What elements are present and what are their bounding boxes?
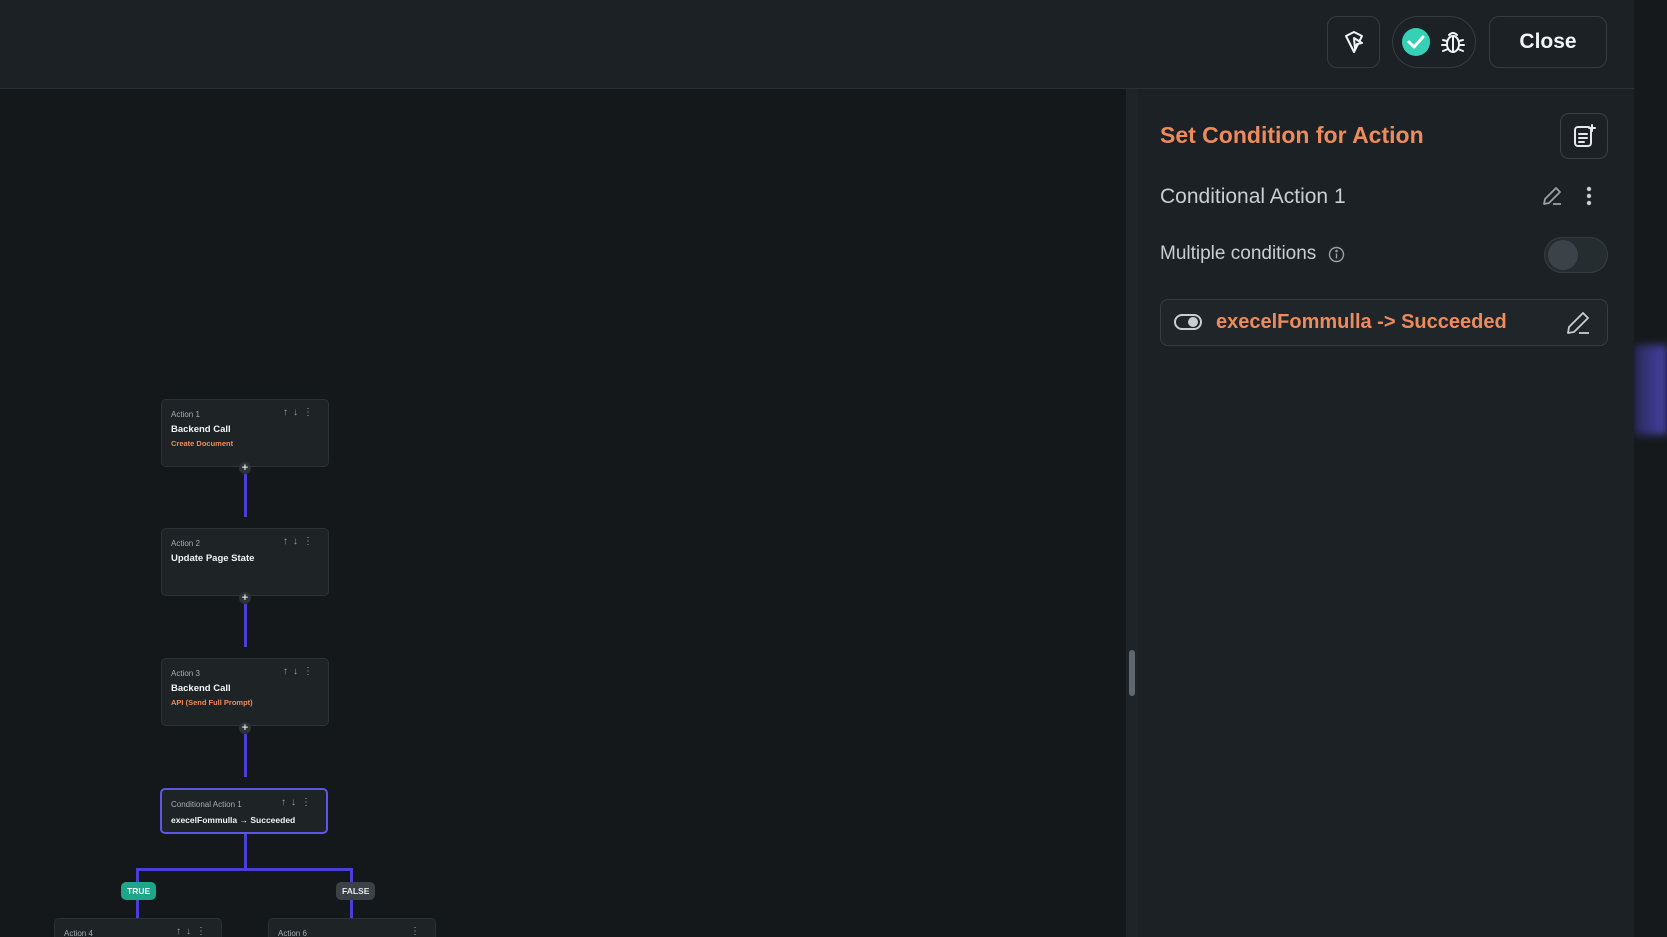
bug-icon bbox=[1441, 32, 1465, 53]
multiple-conditions-toggle[interactable] bbox=[1544, 237, 1608, 273]
cursor-logo-icon bbox=[1344, 31, 1363, 53]
node-controls[interactable]: ⋮ bbox=[410, 926, 425, 937]
node-controls[interactable]: ↑↓⋮ bbox=[283, 536, 318, 547]
node-title: execelFommulla → Succeeded bbox=[171, 815, 296, 825]
edit-pencil-icon[interactable] bbox=[1541, 185, 1563, 207]
add-action-button[interactable]: + bbox=[239, 462, 251, 474]
panel-title: Set Condition for Action bbox=[1160, 122, 1424, 148]
node-label: Action 4 bbox=[64, 929, 93, 937]
edit-condition-icon[interactable] bbox=[1565, 310, 1591, 336]
condition-text: execelFommulla -> Succeeded bbox=[1216, 311, 1507, 333]
node-subtitle: Create Document bbox=[171, 439, 234, 448]
connector-line bbox=[244, 855, 247, 871]
toggle-knob bbox=[1548, 240, 1578, 270]
node-label: Action 2 bbox=[171, 539, 200, 548]
check-circle-icon bbox=[1402, 28, 1430, 56]
node-label: Conditional Action 1 bbox=[171, 800, 242, 809]
cursor-logo-button[interactable] bbox=[1327, 16, 1380, 68]
action-name: Conditional Action 1 bbox=[1160, 185, 1346, 208]
close-button[interactable]: Close bbox=[1489, 16, 1607, 68]
conditional-action-node[interactable]: Conditional Action 1 ↑↓⋮ execelFommulla … bbox=[160, 788, 328, 834]
connector-line bbox=[244, 474, 247, 517]
add-action-button[interactable]: + bbox=[239, 592, 251, 604]
node-subtitle: API (Send Full Prompt) bbox=[171, 698, 253, 707]
true-branch-badge: TRUE bbox=[121, 882, 157, 900]
panel-divider bbox=[1126, 89, 1138, 937]
action-node-3[interactable]: Action 3 ↑↓⋮ Backend Call API (Send Full… bbox=[161, 658, 329, 726]
connector-line bbox=[244, 734, 247, 777]
top-bar: Close bbox=[0, 0, 1634, 89]
more-vertical-icon[interactable] bbox=[1585, 185, 1593, 207]
background-strip bbox=[1634, 0, 1667, 937]
node-controls[interactable]: ↑↓⋮ bbox=[176, 926, 211, 937]
false-branch-badge: FALSE bbox=[336, 882, 376, 900]
node-title: Backend Call bbox=[171, 424, 231, 435]
action-node-1[interactable]: Action 1 ↑↓⋮ Backend Call Create Documen… bbox=[161, 399, 329, 467]
resize-handle[interactable] bbox=[1129, 650, 1135, 696]
action-flow-canvas[interactable]: Action 1 ↑↓⋮ Backend Call Create Documen… bbox=[0, 89, 1126, 937]
note-add-icon bbox=[1574, 124, 1596, 147]
add-action-button[interactable]: + bbox=[239, 722, 251, 734]
action-node-2[interactable]: Action 2 ↑↓⋮ Update Page State bbox=[161, 528, 329, 596]
node-label: Action 3 bbox=[171, 669, 200, 678]
condition-field[interactable]: execelFommulla -> Succeeded bbox=[1160, 299, 1608, 346]
status-debug-group[interactable] bbox=[1392, 16, 1476, 68]
node-title: Update Page State bbox=[171, 553, 255, 564]
multiple-conditions-label: Multiple conditions bbox=[1160, 243, 1317, 264]
toggle-condition-icon bbox=[1174, 314, 1202, 330]
info-icon[interactable] bbox=[1328, 246, 1345, 263]
background-glow bbox=[1634, 345, 1667, 435]
action-node-6[interactable]: Action 6 ⋮ bbox=[268, 918, 436, 937]
add-note-button[interactable] bbox=[1560, 113, 1608, 159]
node-controls[interactable]: ↑↓⋮ bbox=[283, 666, 318, 677]
connector-line bbox=[244, 604, 247, 647]
node-label: Action 6 bbox=[278, 929, 307, 937]
condition-panel: Set Condition for Action Conditional Act… bbox=[1138, 89, 1634, 937]
node-controls[interactable]: ↑↓⋮ bbox=[283, 407, 318, 418]
action-node-4[interactable]: Action 4 ↑↓⋮ bbox=[54, 918, 222, 937]
node-controls[interactable]: ↑↓⋮ bbox=[281, 797, 316, 808]
node-label: Action 1 bbox=[171, 410, 200, 419]
node-title: Backend Call bbox=[171, 683, 231, 694]
